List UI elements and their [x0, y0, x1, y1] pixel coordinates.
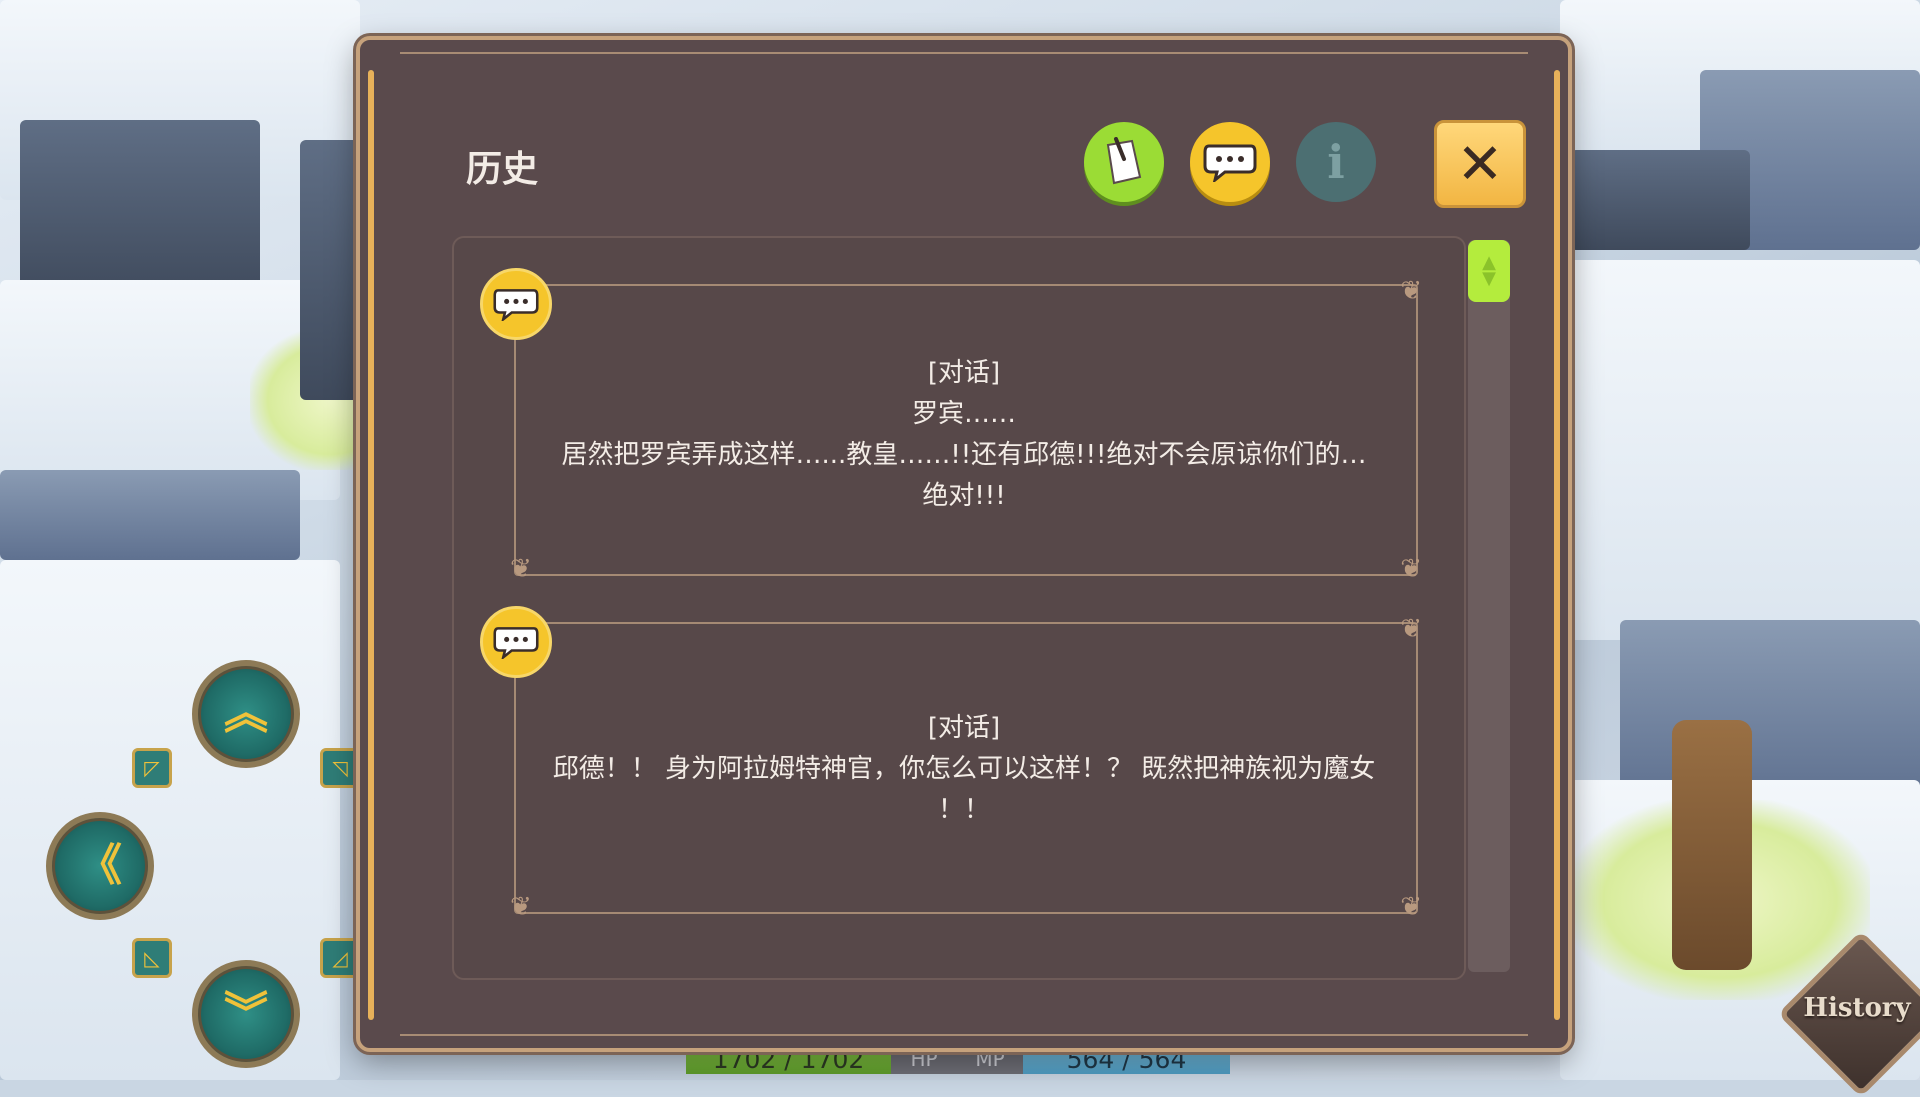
ornament-icon: ❦	[1400, 892, 1422, 922]
entry-text: [对话] 罗宾…… 居然把罗宾弄成这样…...教皇……!!还有邱德!!!绝对不会…	[514, 353, 1414, 517]
panel-trim	[1554, 70, 1560, 1020]
chevron-left-icon: 《	[78, 840, 122, 891]
chevron-down-icon: ︾	[224, 988, 268, 1039]
snow-block-side	[1620, 620, 1920, 800]
history-button-label[interactable]: History	[1790, 993, 1920, 1023]
ornament-icon: ❦	[510, 892, 532, 922]
entry-line: 邱德！！ 身为阿拉姆特神官，你怎么可以这样！？ 既然把神族视为魔女	[552, 754, 1376, 784]
entry-type-label: [对话]	[927, 358, 1001, 388]
diagonal-arrow-icon: ◸	[144, 756, 160, 780]
panel-divider	[400, 52, 1528, 54]
move-down-right-button[interactable]: ◿	[320, 938, 360, 978]
dialogue-entry-icon	[480, 606, 552, 678]
diagonal-arrow-icon: ◿	[332, 946, 348, 970]
chevron-up-icon: ︽	[224, 688, 268, 739]
list-item: ❦ ❦ ❦ [对话] 邱德！！ 身为阿拉姆特神官，你怎么可以这样！？ 既然把神族…	[454, 576, 1464, 920]
note-icon	[1106, 137, 1142, 185]
entry-line: 居然把罗宾弄成这样…...教皇……!!还有邱德!!!绝对不会原谅你们的…	[561, 440, 1367, 470]
scrollbar-thumb[interactable]: ▲ ▼	[1468, 240, 1510, 302]
tab-log-button[interactable]	[1084, 122, 1164, 202]
wooden-post	[1672, 720, 1752, 970]
panel-divider	[400, 1034, 1528, 1036]
rock-block	[1570, 150, 1750, 250]
scrollbar-track[interactable]	[1468, 240, 1510, 972]
ornament-icon: ❦	[1400, 276, 1422, 306]
speech-bubble-icon	[493, 289, 539, 321]
move-down-left-button[interactable]: ◺	[132, 938, 172, 978]
entry-text: [对话] 邱德！！ 身为阿拉姆特神官，你怎么可以这样！？ 既然把神族视为魔女 ！…	[514, 708, 1414, 831]
list-item: ❦ ❦ ❦ [对话] 罗宾…… 居然把罗宾弄成这样…...教皇……!!还有邱德!…	[454, 238, 1464, 582]
move-left-button[interactable]: 《	[46, 812, 154, 920]
speech-bubble-icon	[1203, 144, 1257, 182]
arrow-down-icon: ▼	[1482, 268, 1496, 289]
entry-line: ！！	[937, 795, 990, 825]
close-button[interactable]: ✕	[1434, 120, 1526, 208]
entry-line: 罗宾……	[911, 399, 1016, 429]
entry-line: 绝对!!!	[922, 481, 1006, 511]
speech-bubble-icon	[493, 627, 539, 659]
statue	[300, 140, 360, 400]
move-down-button[interactable]: ︾	[192, 960, 300, 1068]
ornament-icon: ❦	[1400, 614, 1422, 644]
panel-title: 历史	[466, 149, 539, 190]
dialogue-entry-icon	[480, 268, 552, 340]
info-icon: i	[1327, 135, 1345, 189]
tab-info-button[interactable]: i	[1296, 122, 1376, 202]
diagonal-arrow-icon: ◺	[144, 946, 160, 970]
move-up-right-button[interactable]: ◹	[320, 748, 360, 788]
entry-type-label: [对话]	[927, 713, 1001, 743]
snow-block-side	[0, 470, 300, 560]
history-list[interactable]: ❦ ❦ ❦ [对话] 罗宾…… 居然把罗宾弄成这样…...教皇……!!还有邱德!…	[452, 236, 1466, 980]
tab-dialogue-button[interactable]	[1190, 122, 1270, 202]
diagonal-arrow-icon: ◹	[332, 756, 348, 780]
close-icon: ✕	[1456, 131, 1504, 197]
history-panel: 历史 i ✕ ❦ ❦ ❦ [对话] 罗宾…… 居然把罗宾弄成这样…...教皇………	[356, 36, 1572, 1052]
move-up-button[interactable]: ︽	[192, 660, 300, 768]
snow-floor	[1560, 260, 1920, 640]
rock-block	[20, 120, 260, 300]
move-up-left-button[interactable]: ◸	[132, 748, 172, 788]
panel-trim	[368, 70, 374, 1020]
